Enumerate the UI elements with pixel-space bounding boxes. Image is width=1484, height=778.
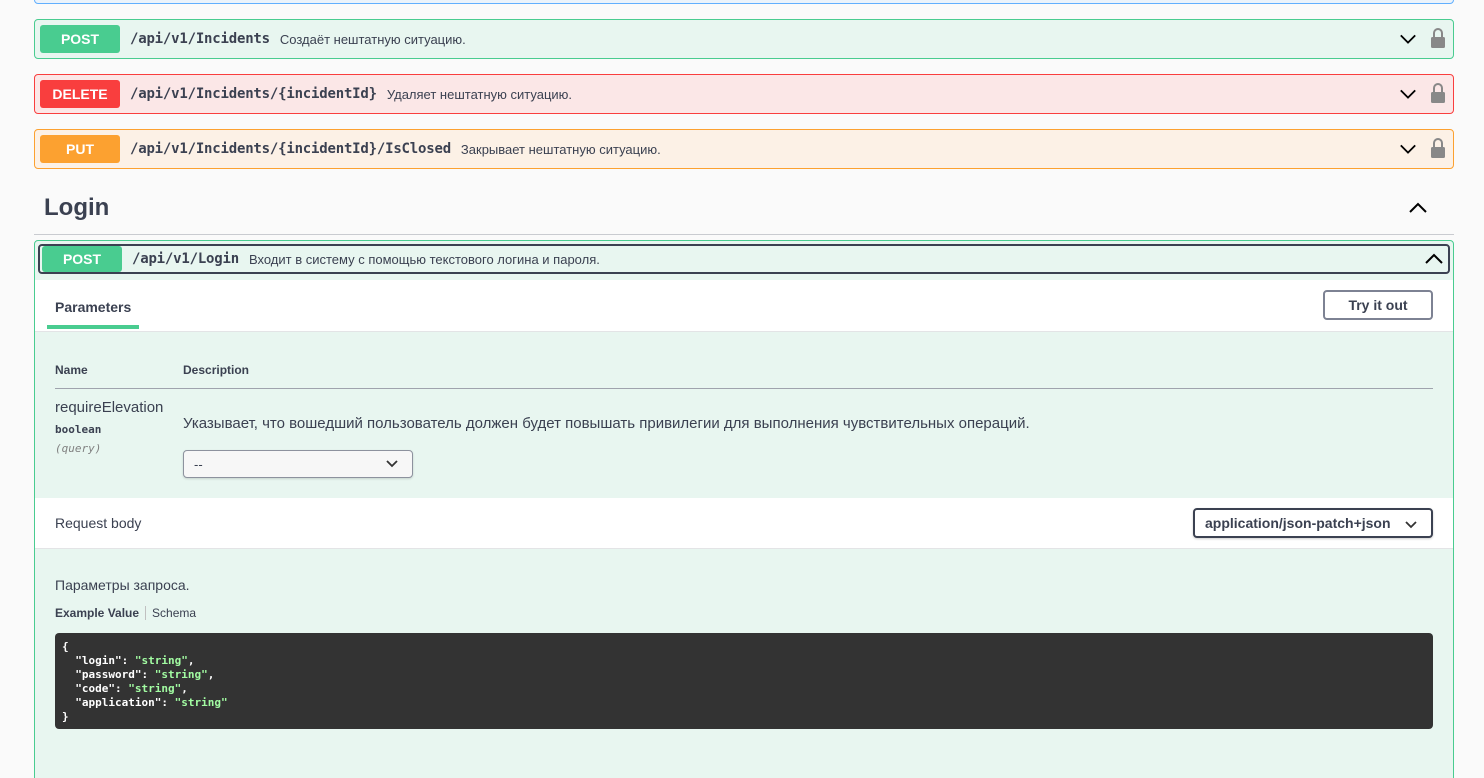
param-description: Указывает, что вошедший пользователь дол… bbox=[183, 415, 1030, 432]
endpoint-summary: Закрывает нештатную ситуацию. bbox=[460, 141, 661, 157]
code-key: "password" bbox=[75, 668, 142, 681]
lock-icon[interactable] bbox=[1430, 137, 1446, 159]
lock-icon[interactable] bbox=[1430, 27, 1446, 49]
param-location: (query) bbox=[55, 442, 102, 455]
tab-example-value[interactable]: Example Value bbox=[55, 606, 139, 620]
code-value: "string" bbox=[174, 696, 228, 709]
code-comma: , bbox=[181, 682, 188, 695]
method-badge: POST bbox=[42, 246, 122, 272]
code-value: "string" bbox=[128, 682, 182, 695]
content-type-select[interactable]: application/json-patch+json bbox=[1193, 508, 1433, 538]
chevron-down-icon[interactable] bbox=[1399, 31, 1417, 47]
example-schema-tabs: Example Value Schema bbox=[55, 606, 196, 620]
tab-parameters[interactable]: Parameters bbox=[55, 299, 131, 315]
code-brace-close: } bbox=[62, 710, 69, 723]
previous-opblock-edge bbox=[34, 0, 1454, 4]
request-body-description: Параметры запроса. bbox=[55, 577, 190, 593]
code-value: "string" bbox=[134, 654, 188, 667]
endpoint-path[interactable]: /api/v1/Incidents/{incidentId}/IsClosed bbox=[130, 141, 451, 157]
endpoint-path[interactable]: /api/v1/Login bbox=[132, 251, 239, 267]
section-title-login[interactable]: Login bbox=[44, 194, 109, 222]
endpoint-path[interactable]: /api/v1/Incidents bbox=[130, 31, 270, 47]
param-type: boolean bbox=[55, 423, 102, 436]
chevron-down-icon bbox=[386, 460, 398, 468]
request-body-label: Request body bbox=[55, 515, 142, 531]
opblock-post-login: POST /api/v1/Login Входит в систему с по… bbox=[34, 240, 1454, 778]
select-value: -- bbox=[194, 456, 203, 472]
opblock-summary[interactable]: POST /api/v1/Incidents Создаёт нештатную… bbox=[35, 20, 1453, 58]
require-elevation-select[interactable]: -- bbox=[183, 450, 413, 478]
section-divider bbox=[34, 234, 1454, 235]
chevron-down-icon[interactable] bbox=[1399, 86, 1417, 102]
code-key: "code" bbox=[75, 682, 115, 695]
content-type-value: application/json-patch+json bbox=[1205, 515, 1391, 531]
try-it-out-button[interactable]: Try it out bbox=[1323, 290, 1433, 320]
chevron-down-icon bbox=[1405, 521, 1417, 529]
endpoint-path[interactable]: /api/v1/Incidents/{incidentId} bbox=[130, 86, 377, 102]
opblock-summary-focused[interactable]: POST /api/v1/Login Входит в систему с по… bbox=[38, 244, 1450, 274]
endpoint-summary: Создаёт нештатную ситуацию. bbox=[279, 31, 466, 47]
code-value: "string" bbox=[154, 668, 208, 681]
column-header-description: Description bbox=[183, 363, 250, 377]
method-badge: DELETE bbox=[40, 80, 120, 108]
opblock-summary[interactable]: PUT /api/v1/Incidents/{incidentId}/IsClo… bbox=[35, 130, 1453, 168]
code-comma: , bbox=[187, 654, 195, 667]
tab-schema[interactable]: Schema bbox=[152, 606, 196, 620]
method-badge: POST bbox=[40, 25, 120, 53]
lock-icon[interactable] bbox=[1430, 82, 1446, 104]
endpoint-summary: Входит в систему с помощью текстового ло… bbox=[248, 251, 600, 267]
code-key: "login" bbox=[75, 654, 122, 667]
tab-active-indicator bbox=[47, 325, 139, 329]
opblock-post-incidents[interactable]: POST /api/v1/Incidents Создаёт нештатную… bbox=[34, 19, 1454, 59]
param-name: requireElevation bbox=[55, 399, 164, 416]
tab-separator bbox=[145, 606, 147, 620]
column-header-name: Name bbox=[55, 363, 88, 377]
request-body-header: Request body application/json-patch+json bbox=[35, 498, 1453, 549]
example-value-code[interactable]: { "login": "string", "password": "string… bbox=[55, 633, 1433, 729]
chevron-up-icon[interactable] bbox=[1408, 200, 1428, 216]
chevron-up-icon[interactable] bbox=[1424, 250, 1444, 268]
parameters-divider bbox=[55, 388, 1433, 389]
code-brace-open: { bbox=[62, 640, 69, 653]
code-comma: , bbox=[207, 668, 215, 681]
chevron-down-icon[interactable] bbox=[1399, 141, 1417, 157]
method-badge: PUT bbox=[40, 135, 120, 163]
endpoint-summary: Удаляет нештатную ситуацию. bbox=[386, 86, 573, 102]
opblock-delete-incident[interactable]: DELETE /api/v1/Incidents/{incidentId} Уд… bbox=[34, 74, 1454, 114]
opblock-put-incident-isclosed[interactable]: PUT /api/v1/Incidents/{incidentId}/IsClo… bbox=[34, 129, 1454, 169]
opblock-summary[interactable]: DELETE /api/v1/Incidents/{incidentId} Уд… bbox=[35, 75, 1453, 113]
parameters-tab-header: Parameters Try it out bbox=[35, 280, 1453, 332]
code-key: "application" bbox=[75, 696, 162, 709]
